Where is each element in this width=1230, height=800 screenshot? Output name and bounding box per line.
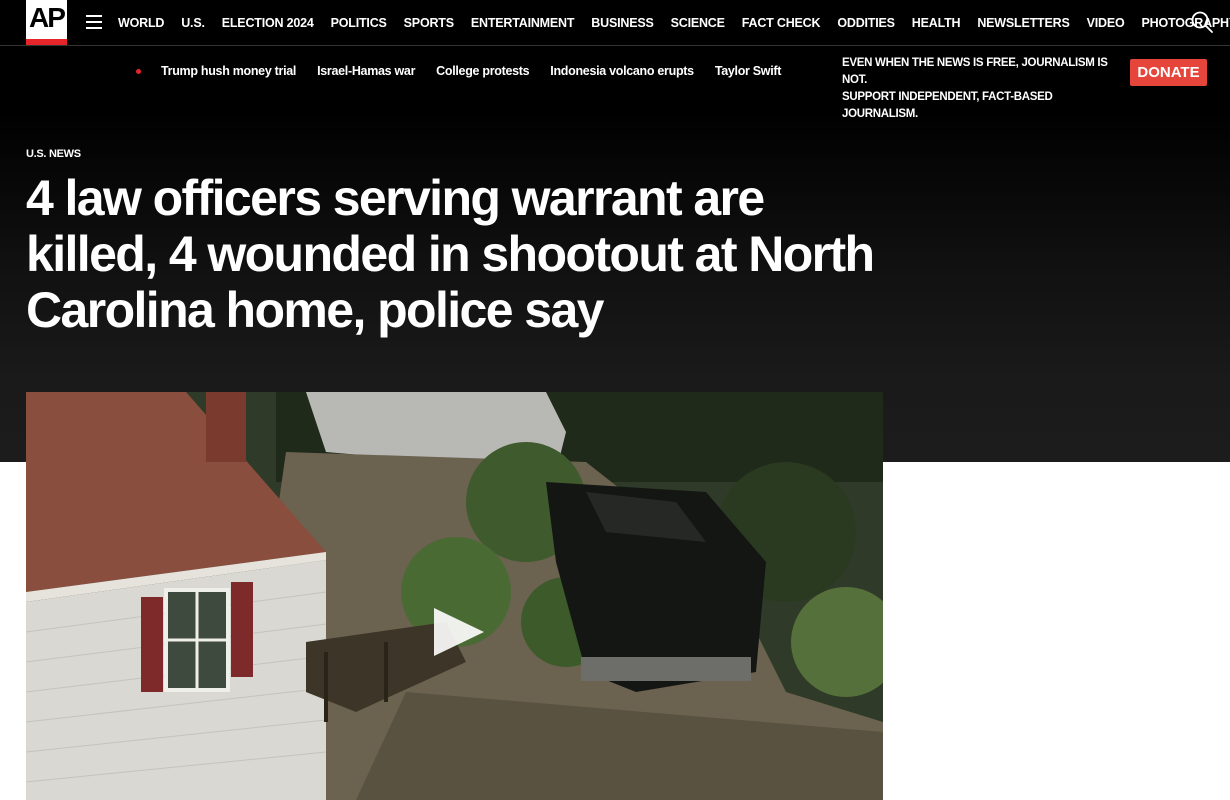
top-navigation: AP WORLD U.S. ELECTION 2024 POLITICS SPO… bbox=[0, 0, 1230, 46]
nav-item-sports[interactable]: SPORTS bbox=[404, 16, 454, 30]
support-promo: EVEN WHEN THE NEWS IS FREE, JOURNALISM I… bbox=[842, 55, 1122, 123]
nav-item-business[interactable]: BUSINESS bbox=[591, 16, 654, 30]
trending-link[interactable]: Israel-Hamas war bbox=[317, 64, 415, 78]
nav-item-us[interactable]: U.S. bbox=[181, 16, 205, 30]
trending-link[interactable]: College protests bbox=[436, 64, 529, 78]
trending-link[interactable]: Taylor Swift bbox=[715, 64, 782, 78]
ap-logo[interactable]: AP bbox=[26, 0, 67, 45]
main-nav: WORLD U.S. ELECTION 2024 POLITICS SPORTS… bbox=[118, 0, 1230, 45]
live-dot-icon bbox=[136, 68, 141, 74]
nav-item-oddities[interactable]: ODDITIES bbox=[837, 16, 895, 30]
nav-item-entertainment[interactable]: ENTERTAINMENT bbox=[471, 16, 575, 30]
nav-item-health[interactable]: HEALTH bbox=[912, 16, 961, 30]
nav-item-newsletters[interactable]: NEWSLETTERS bbox=[977, 16, 1069, 30]
nav-item-photography[interactable]: PHOTOGRAPHY bbox=[1142, 16, 1230, 30]
nav-item-election-2024[interactable]: ELECTION 2024 bbox=[222, 16, 314, 30]
nav-item-fact-check[interactable]: FACT CHECK bbox=[742, 16, 821, 30]
promo-line-1: EVEN WHEN THE NEWS IS FREE, JOURNALISM I… bbox=[842, 57, 1108, 86]
article-headline: 4 law officers serving warrant are kille… bbox=[26, 170, 875, 338]
section-label[interactable]: U.S. NEWS bbox=[26, 148, 81, 160]
video-thumbnail bbox=[26, 392, 883, 800]
promo-line-2: SUPPORT INDEPENDENT, FACT-BASED JOURNALI… bbox=[842, 91, 1053, 120]
nav-item-science[interactable]: SCIENCE bbox=[671, 16, 725, 30]
play-icon[interactable] bbox=[418, 604, 498, 660]
nav-item-world[interactable]: WORLD bbox=[118, 16, 164, 30]
search-icon[interactable] bbox=[1191, 11, 1213, 33]
nav-item-politics[interactable]: POLITICS bbox=[331, 16, 387, 30]
trending-link[interactable]: Trump hush money trial bbox=[161, 64, 296, 78]
trending-bar: Trump hush money trial Israel-Hamas war … bbox=[130, 57, 802, 85]
donate-button[interactable]: DONATE bbox=[1130, 59, 1207, 86]
trending-link[interactable]: Indonesia volcano erupts bbox=[550, 64, 694, 78]
video-player[interactable] bbox=[26, 392, 883, 800]
hamburger-menu-icon[interactable] bbox=[86, 15, 102, 29]
nav-item-video[interactable]: VIDEO bbox=[1087, 16, 1125, 30]
